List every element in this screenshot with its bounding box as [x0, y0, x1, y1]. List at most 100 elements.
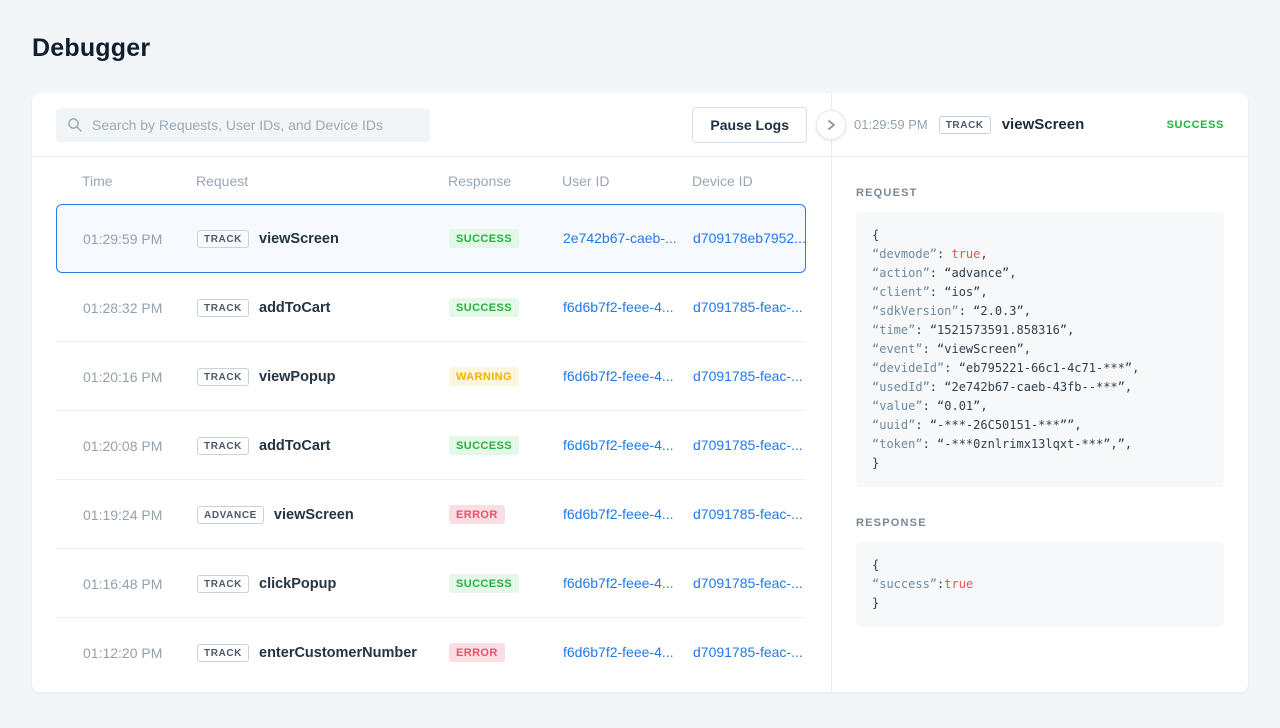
code-line: “action”: “advance”,: [872, 266, 1017, 280]
code-line: “devmode”: true,: [872, 247, 988, 261]
event-type-badge: TRACK: [197, 298, 249, 317]
row-request: TRACK clickPopup: [197, 574, 449, 593]
user-id-link[interactable]: f6d6b7f2-feee-4...: [563, 506, 674, 522]
user-id-link[interactable]: f6d6b7f2-feee-4...: [563, 437, 674, 453]
status-badge: ERROR: [449, 505, 505, 524]
column-header-time: Time: [82, 172, 113, 189]
detail-time: 01:29:59 PM: [854, 117, 928, 132]
row-time: 01:29:59 PM: [83, 230, 163, 247]
device-id-link[interactable]: d7091785-feac-...: [693, 299, 803, 315]
table-row[interactable]: 01:29:59 PM TRACK viewScreen SUCCESS 2e7…: [56, 204, 806, 273]
device-id-link[interactable]: d7091785-feac-...: [693, 644, 803, 660]
event-type-badge: ADVANCE: [197, 505, 264, 524]
device-id-link[interactable]: d7091785-feac-...: [693, 368, 803, 384]
row-time: 01:16:48 PM: [83, 575, 163, 592]
table-row[interactable]: 01:12:20 PM TRACK enterCustomerNumber ER…: [56, 618, 806, 687]
code-line: “event”: “viewScreen”,: [872, 342, 1031, 356]
row-request: TRACK viewPopup: [197, 367, 449, 386]
response-section-label: RESPONSE: [856, 517, 927, 529]
row-request: TRACK viewScreen: [197, 229, 449, 248]
event-detail-panel: 01:29:59 PM TRACK viewScreen SUCCESS REQ…: [831, 93, 1248, 692]
request-section-label: REQUEST: [856, 187, 918, 199]
detail-event-name: viewScreen: [1001, 116, 1085, 133]
detail-body: REQUEST { “devmode”: true, “action”: “adva…: [832, 157, 1248, 651]
detail-header: 01:29:59 PM TRACK viewScreen SUCCESS: [832, 93, 1248, 157]
code-line: {: [872, 228, 880, 242]
row-device-id: d7091785-feac-...: [693, 575, 805, 593]
row-response: WARNING: [449, 367, 563, 386]
user-id-link[interactable]: f6d6b7f2-feee-4...: [563, 299, 674, 315]
request-code-block: {“devmode”: true, “action”: “advance”, “cl…: [856, 212, 1224, 487]
code-line: “token”: “-***0znlrimx13lqxt-***”,”,: [872, 437, 1133, 451]
log-list-panel: Pause Logs Time Request Response User ID…: [32, 93, 846, 692]
row-time: 01:12:20 PM: [83, 644, 163, 661]
search-input[interactable]: [56, 107, 430, 142]
row-user-id: f6d6b7f2-feee-4...: [563, 437, 693, 455]
row-device-id: d7091785-feac-...: [693, 644, 805, 662]
pause-logs-button[interactable]: Pause Logs: [692, 106, 807, 143]
row-response: ERROR: [449, 505, 563, 524]
row-response: SUCCESS: [449, 574, 563, 593]
device-id-link[interactable]: d709178eb7952...: [693, 230, 806, 246]
event-name: addToCart: [259, 299, 331, 316]
table-row[interactable]: 01:19:24 PM ADVANCE viewScreen ERROR f6d…: [56, 480, 806, 549]
event-name: viewPopup: [259, 368, 336, 385]
code-line: “usedId”: “2e742b67-caeb-43fb--***”,: [872, 380, 1133, 394]
code-line: “sdkVersion”: “2.0.3”,: [872, 304, 1031, 318]
user-id-link[interactable]: f6d6b7f2-feee-4...: [563, 368, 674, 384]
row-response: SUCCESS: [449, 229, 563, 248]
event-type-badge: TRACK: [197, 436, 249, 455]
row-user-id: f6d6b7f2-feee-4...: [563, 368, 693, 386]
row-device-id: d709178eb7952...: [693, 230, 806, 248]
event-type-badge: TRACK: [197, 643, 249, 662]
row-response: SUCCESS: [449, 436, 563, 455]
chevron-right-icon: [828, 119, 835, 130]
row-request: TRACK enterCustomerNumber: [197, 643, 449, 662]
status-badge: SUCCESS: [449, 436, 519, 455]
row-request: TRACK addToCart: [197, 298, 449, 317]
event-type-badge: TRACK: [197, 229, 249, 248]
row-response: SUCCESS: [449, 298, 563, 317]
user-id-link[interactable]: f6d6b7f2-feee-4...: [563, 644, 674, 660]
event-type-badge: TRACK: [197, 367, 249, 386]
table-row[interactable]: 01:20:08 PM TRACK addToCart SUCCESS f6d6…: [56, 411, 806, 480]
log-table-body: 01:29:59 PM TRACK viewScreen SUCCESS 2e7…: [56, 204, 806, 687]
collapse-panel-button[interactable]: [816, 109, 846, 140]
debugger-card: Pause Logs Time Request Response User ID…: [32, 93, 1248, 692]
device-id-link[interactable]: d7091785-feac-...: [693, 506, 803, 522]
row-device-id: d7091785-feac-...: [693, 437, 805, 455]
event-name: clickPopup: [259, 575, 337, 592]
search-icon: [68, 117, 82, 132]
response-code-block: {“success”:true}: [856, 542, 1224, 627]
column-header-device-id: Device ID: [692, 172, 753, 189]
row-device-id: d7091785-feac-...: [693, 299, 805, 317]
device-id-link[interactable]: d7091785-feac-...: [693, 437, 803, 453]
code-line: }: [872, 596, 880, 610]
column-header-response: Response: [448, 172, 512, 189]
user-id-link[interactable]: f6d6b7f2-feee-4...: [563, 575, 674, 591]
code-line: }: [872, 456, 880, 470]
search-field-wrap: [56, 107, 430, 142]
row-response: ERROR: [449, 643, 563, 662]
device-id-link[interactable]: d7091785-feac-...: [693, 575, 803, 591]
status-badge: SUCCESS: [449, 574, 519, 593]
detail-event-type-badge: TRACK: [938, 115, 991, 134]
table-row[interactable]: 01:16:48 PM TRACK clickPopup SUCCESS f6d…: [56, 549, 806, 618]
row-user-id: 2e742b67-caeb-...: [563, 230, 693, 248]
debugger-page: Debugger Pause Logs: [0, 0, 1280, 692]
status-badge: SUCCESS: [449, 298, 519, 317]
row-time: 01:20:08 PM: [83, 437, 163, 454]
column-header-user-id: User ID: [562, 172, 610, 189]
user-id-link[interactable]: 2e742b67-caeb-...: [563, 230, 677, 246]
detail-status-badge: SUCCESS: [1166, 118, 1224, 131]
row-user-id: f6d6b7f2-feee-4...: [563, 506, 693, 524]
row-request: ADVANCE viewScreen: [197, 505, 449, 524]
event-name: enterCustomerNumber: [259, 644, 417, 661]
table-row[interactable]: 01:20:16 PM TRACK viewPopup WARNING f6d6…: [56, 342, 806, 411]
status-badge: SUCCESS: [449, 229, 519, 248]
table-row[interactable]: 01:28:32 PM TRACK addToCart SUCCESS f6d6…: [56, 273, 806, 342]
row-time: 01:28:32 PM: [83, 299, 163, 316]
row-user-id: f6d6b7f2-feee-4...: [563, 575, 693, 593]
row-user-id: f6d6b7f2-feee-4...: [563, 644, 693, 662]
page-title: Debugger: [32, 34, 151, 62]
